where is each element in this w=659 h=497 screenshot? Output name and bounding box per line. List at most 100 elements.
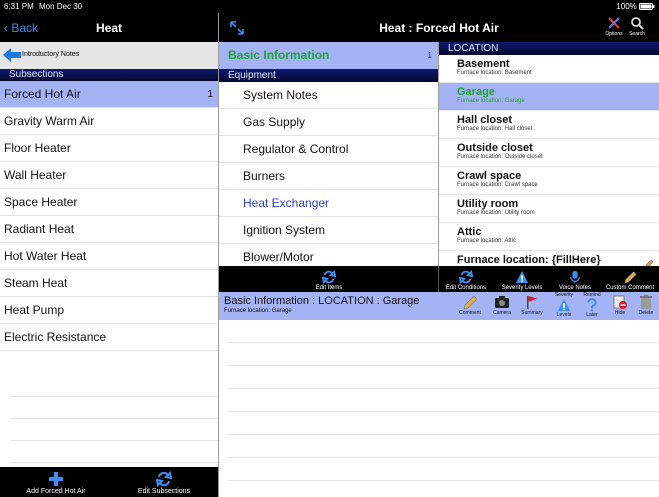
- camera-label: Camera: [493, 310, 511, 316]
- comment-button[interactable]: Comment: [459, 294, 481, 316]
- pencil-icon: [624, 271, 637, 284]
- subsection-item-space-heater[interactable]: Space Heater: [0, 189, 218, 216]
- item-heat-exchanger[interactable]: Heat Exchanger: [219, 190, 438, 217]
- camera-icon: [495, 296, 509, 308]
- location-subtitle: Furnace location: Hall closet: [457, 126, 533, 132]
- hide-icon: [613, 295, 627, 309]
- hide-label: Hide: [614, 310, 626, 316]
- item-gas-supply[interactable]: Gas Supply: [219, 109, 438, 136]
- tools-icon: [608, 17, 620, 29]
- subsection-label: Wall Heater: [4, 168, 67, 182]
- location-title: Utility room: [457, 198, 519, 210]
- location-option-fill-here[interactable]: Furnace location: {FillHere}: [439, 251, 659, 266]
- location-option-garage[interactable]: Garage Furnace location: Garage: [439, 83, 659, 111]
- location-option-utility-room[interactable]: Utility room Furnace location: Utility r…: [439, 195, 659, 223]
- plus-icon: [49, 472, 63, 486]
- location-option-attic[interactable]: Attic Furnace location: Attic: [439, 223, 659, 251]
- subsection-item-forced-hot-air[interactable]: Forced Hot Air 1: [0, 81, 218, 108]
- left-title: Heat: [95, 21, 122, 35]
- subsection-item-heat-pump[interactable]: Heat Pump: [0, 297, 218, 324]
- warning-icon: [557, 298, 571, 312]
- severity-levels-tool[interactable]: Severity Levels: [553, 292, 575, 318]
- item-regulator-control[interactable]: Regulator & Control: [219, 136, 438, 163]
- edit-conditions-label: Edit Conditions: [445, 285, 487, 291]
- edit-items-label: Edit Items: [315, 285, 343, 291]
- pencil-icon: [463, 295, 478, 310]
- subsections-header: Subsections: [0, 69, 218, 81]
- camera-button[interactable]: Camera: [491, 294, 513, 316]
- item-ignition-system[interactable]: Ignition System: [219, 217, 438, 244]
- item-system-notes[interactable]: System Notes: [219, 82, 438, 109]
- toolbar-separator: [438, 266, 439, 292]
- subsection-label: Radiant Heat: [4, 222, 75, 236]
- summary-button[interactable]: Summary: [521, 294, 543, 316]
- location-subtitle: Furnace location: Utility room: [457, 210, 535, 216]
- battery-icon: [639, 3, 655, 11]
- introductory-notes-button[interactable]: Introductory Notes: [0, 42, 218, 69]
- add-label: Add Forced Hot Air: [26, 488, 86, 495]
- items-toolbar: Edit Items Edit Conditions Severity Leve…: [219, 266, 659, 292]
- voice-notes-label: Voice Notes: [558, 285, 592, 291]
- status-bar: 6:31 PM Mon Dec 30 100%: [0, 0, 659, 13]
- items-panel: Basic Information 1 Equipment System Not…: [219, 42, 438, 266]
- delete-button[interactable]: Delete: [635, 294, 657, 316]
- refresh-icon: [322, 269, 336, 285]
- location-title: Outside closet: [457, 142, 533, 154]
- item-blower-motor[interactable]: Blower/Motor: [219, 244, 438, 266]
- refresh-icon: [459, 269, 473, 285]
- location-option-outside-closet[interactable]: Outside closet Furnace location: Outside…: [439, 139, 659, 167]
- hide-button[interactable]: Hide: [609, 294, 631, 316]
- subsection-item-wall-heater[interactable]: Wall Heater: [0, 162, 218, 189]
- later-label: Later: [586, 312, 598, 318]
- location-title: Garage: [457, 86, 495, 98]
- location-header: LOCATION: [439, 42, 659, 55]
- battery-indicator: 100%: [616, 2, 655, 11]
- detail-bar: Basic Information : LOCATION : Garage Fu…: [219, 292, 659, 320]
- flag-icon: [527, 296, 537, 309]
- location-option-hall-closet[interactable]: Hall closet Furnace location: Hall close…: [439, 111, 659, 139]
- battery-percent: 100%: [616, 2, 637, 11]
- pencil-icon: [645, 259, 654, 266]
- subsection-item-electric-resistance[interactable]: Electric Resistance: [0, 324, 218, 351]
- basic-information-item[interactable]: Basic Information 1: [219, 42, 438, 69]
- voice-notes-button[interactable]: Voice Notes: [553, 269, 597, 291]
- remind-later-button[interactable]: Remind Later: [581, 292, 603, 318]
- severity-levels-label: Severity Levels: [501, 285, 543, 291]
- app-root: 6:31 PM Mon Dec 30 100% ‹ Back Heat Intr…: [0, 0, 659, 497]
- detail-subtitle: Furnace location: Garage: [224, 308, 292, 314]
- subsection-label: Steam Heat: [4, 276, 68, 290]
- subsection-item-hot-water-heat[interactable]: Hot Water Heat: [0, 243, 218, 270]
- subsection-item-steam-heat[interactable]: Steam Heat: [0, 270, 218, 297]
- item-burners[interactable]: Burners: [219, 163, 438, 190]
- subsection-label: Floor Heater: [4, 141, 71, 155]
- add-forced-hot-air-button[interactable]: Add Forced Hot Air: [26, 471, 86, 495]
- edit-subsections-button[interactable]: Edit Subsections: [136, 471, 192, 495]
- right-nav-bar: Heat : Forced Hot Air Options Search: [219, 13, 659, 42]
- options-label: Options: [605, 31, 623, 37]
- search-icon: [631, 17, 644, 30]
- edit-conditions-button[interactable]: Edit Conditions: [441, 269, 491, 291]
- search-button[interactable]: Search: [626, 16, 648, 37]
- edit-items-button[interactable]: Edit Items: [307, 269, 351, 291]
- subsection-panel: ‹ Back Heat Introductory Notes Subsectio…: [0, 13, 218, 497]
- location-panel: LOCATION Basement Furnace location: Base…: [439, 42, 659, 266]
- detail-title: Basic Information : LOCATION : Garage: [224, 295, 420, 307]
- location-option-crawl-space[interactable]: Crawl space Furnace location: Crawl spac…: [439, 167, 659, 195]
- comment-label: Comment: [459, 310, 481, 316]
- subsection-item-gravity-warm-air[interactable]: Gravity Warm Air: [0, 108, 218, 135]
- trash-icon: [640, 295, 652, 309]
- subsection-list: Forced Hot Air 1 Gravity Warm Air Floor …: [0, 81, 218, 351]
- subsection-item-radiant-heat[interactable]: Radiant Heat: [0, 216, 218, 243]
- subsection-label: Space Heater: [4, 195, 78, 209]
- question-icon: [587, 298, 597, 312]
- status-time: 6:31 PM: [4, 2, 34, 11]
- severity-levels-button[interactable]: Severity Levels: [497, 269, 547, 291]
- section-title: Heat : Forced Hot Air: [379, 21, 499, 35]
- intro-label: Introductory Notes: [22, 51, 80, 58]
- subsection-item-floor-heater[interactable]: Floor Heater: [0, 135, 218, 162]
- custom-comment-button[interactable]: Custom Comment: [603, 269, 657, 291]
- options-button[interactable]: Options: [603, 16, 625, 37]
- location-title: Crawl space: [457, 170, 522, 182]
- location-option-basement[interactable]: Basement Furnace location: Basement: [439, 55, 659, 83]
- refresh-icon: [156, 471, 172, 487]
